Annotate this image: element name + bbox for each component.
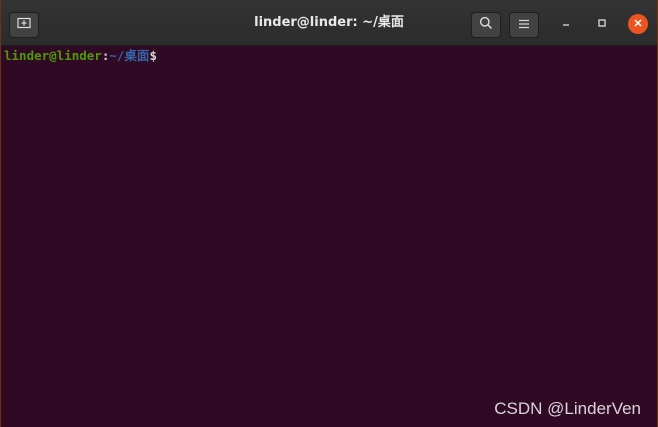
search-button[interactable] [471, 12, 501, 38]
maximize-button[interactable] [592, 14, 612, 34]
terminal-area[interactable]: linder@linder:~/桌面$ [1, 46, 657, 427]
shell-prompt: linder@linder:~/桌面$ [4, 48, 157, 64]
close-button[interactable] [628, 14, 648, 34]
minimize-button[interactable] [556, 14, 576, 34]
prompt-user-host: linder@linder [4, 48, 102, 63]
minimize-icon [561, 15, 571, 33]
watermark: CSDN @LinderVen [494, 399, 641, 418]
close-icon [633, 15, 643, 33]
prompt-symbol: $ [149, 48, 157, 63]
header-bar: linder@linder: ~/桌面 [1, 0, 657, 46]
maximize-icon [597, 15, 607, 33]
scrollbar[interactable] [651, 46, 657, 427]
search-icon [479, 16, 493, 35]
terminal-window: linder@linder: ~/桌面 linder@linder:~/桌面$ … [0, 0, 658, 427]
hamburger-menu-button[interactable] [509, 12, 539, 38]
new-tab-icon [17, 16, 31, 34]
new-tab-button[interactable] [9, 12, 39, 38]
hamburger-menu-icon [518, 16, 530, 34]
prompt-path: ~/桌面 [109, 48, 150, 63]
